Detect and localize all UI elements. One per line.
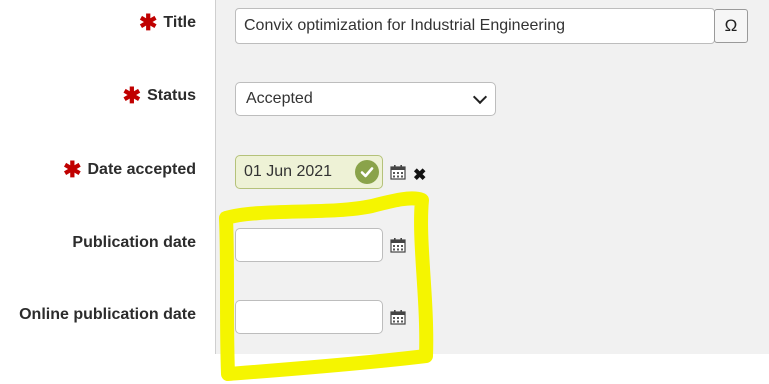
required-asterisk-icon bbox=[139, 15, 157, 31]
calendar-icon[interactable] bbox=[390, 309, 406, 325]
publication-date-input[interactable] bbox=[235, 228, 383, 262]
status-label: Status bbox=[147, 87, 196, 104]
publication-date-label: Publication date bbox=[72, 234, 196, 251]
online-publication-date-label-row: Online publication date bbox=[19, 306, 196, 324]
publication-date-label-row: Publication date bbox=[72, 234, 196, 252]
status-selected-value: Accepted bbox=[246, 90, 313, 107]
date-accepted-value: 01 Jun 2021 bbox=[244, 163, 333, 180]
date-accepted-label-row: Date accepted bbox=[63, 161, 197, 179]
date-accepted-input[interactable]: 01 Jun 2021 bbox=[235, 155, 383, 189]
calendar-icon[interactable] bbox=[390, 164, 406, 180]
clear-x-icon[interactable]: ✖ bbox=[413, 165, 426, 185]
special-character-button[interactable]: Ω bbox=[714, 9, 748, 43]
title-label: Title bbox=[163, 14, 196, 31]
required-asterisk-icon bbox=[123, 88, 141, 104]
title-input[interactable]: Convix optimization for Industrial Engin… bbox=[235, 8, 715, 44]
status-select[interactable]: Accepted bbox=[235, 82, 496, 116]
online-publication-date-label: Online publication date bbox=[19, 306, 196, 323]
required-asterisk-icon bbox=[63, 162, 81, 178]
calendar-icon[interactable] bbox=[390, 237, 406, 253]
status-label-row: Status bbox=[123, 87, 196, 105]
check-circle-icon bbox=[355, 160, 379, 184]
chevron-down-icon bbox=[472, 89, 488, 105]
online-publication-date-input[interactable] bbox=[235, 300, 383, 334]
date-accepted-label: Date accepted bbox=[87, 161, 197, 178]
title-label-row: Title bbox=[139, 14, 196, 32]
